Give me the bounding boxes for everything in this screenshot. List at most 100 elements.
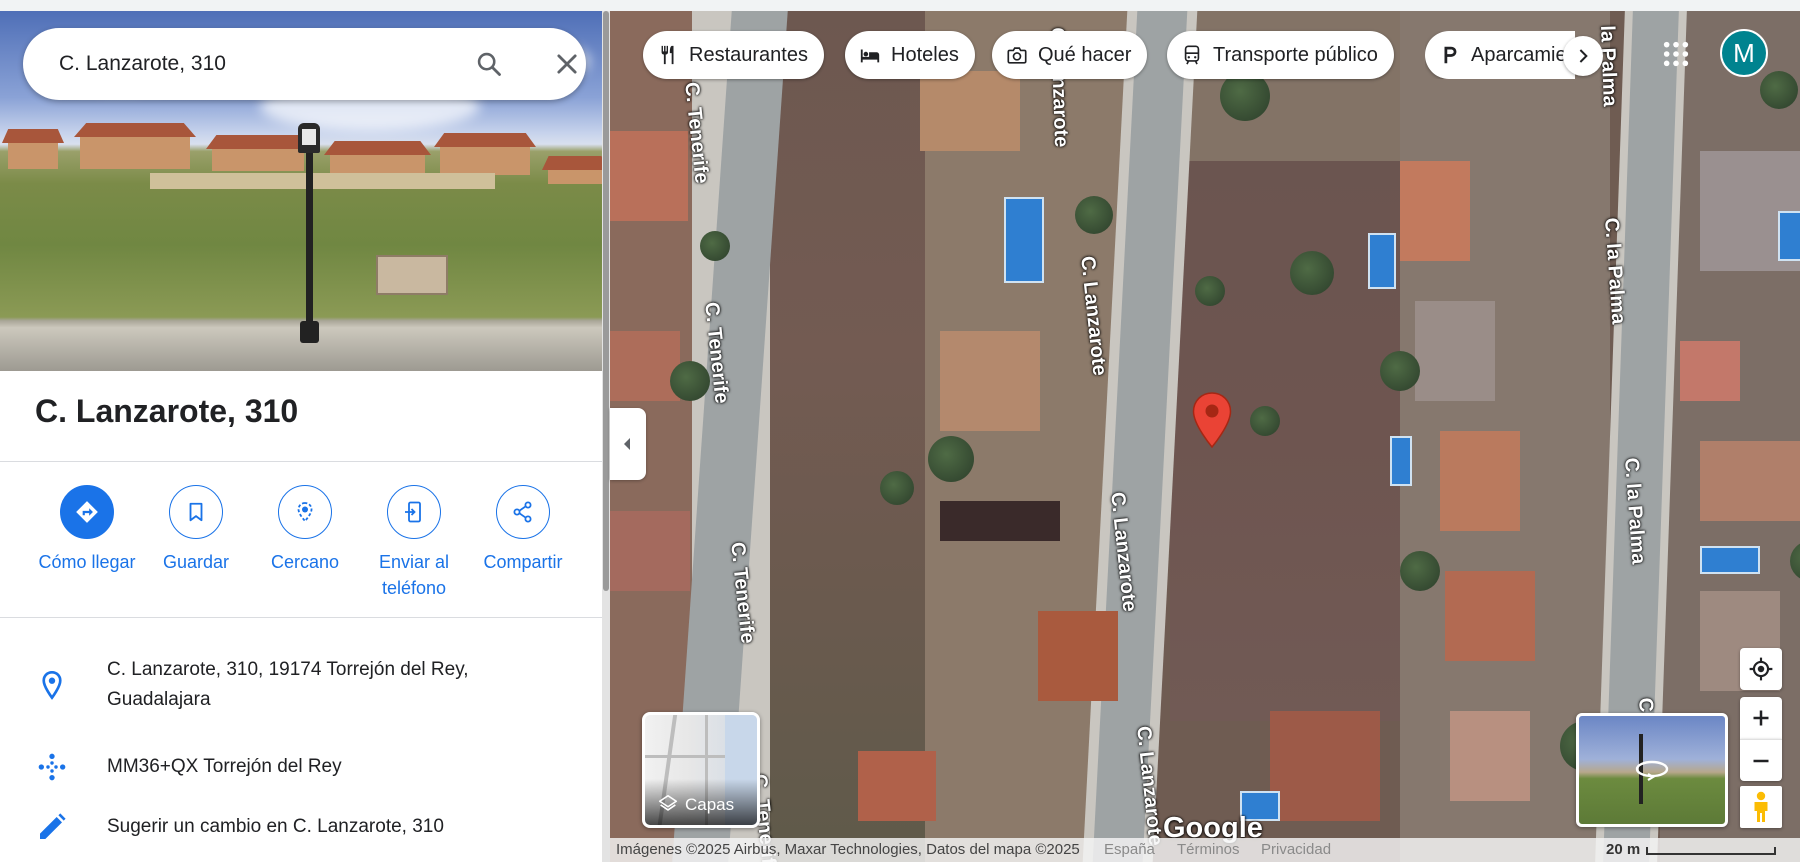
map-roof	[1440, 431, 1520, 531]
send-to-phone-button[interactable]: Enviar al teléfono	[361, 485, 467, 601]
share-button[interactable]: Compartir	[470, 485, 576, 575]
map-tree	[928, 436, 974, 482]
map-tree	[700, 231, 730, 261]
map-roof	[1270, 711, 1380, 821]
map-tree	[1195, 276, 1225, 306]
bookmark-icon	[189, 502, 203, 522]
map-roof	[940, 501, 1060, 541]
account-avatar[interactable]: M	[1720, 29, 1768, 77]
map-tree	[1075, 196, 1113, 234]
nearby-button[interactable]: Cercano	[252, 485, 358, 575]
caret-left-icon	[624, 438, 630, 450]
suggest-edit-row[interactable]: Sugerir un cambio en C. Lanzarote, 310	[0, 810, 602, 844]
location-pin-icon	[42, 670, 62, 700]
chip-hotels[interactable]: Hoteles	[845, 31, 975, 79]
photo-house	[542, 156, 602, 184]
address-row[interactable]: C. Lanzarote, 310, 19174 Torrejón del Re…	[0, 653, 602, 717]
search-icon[interactable]	[475, 50, 503, 78]
chip-parking[interactable]: Aparcamientos	[1425, 31, 1575, 79]
chip-hotels-label: Hoteles	[891, 43, 959, 66]
layers-button[interactable]: Capas	[642, 712, 760, 828]
my-location-icon	[1749, 657, 1773, 681]
pegman-button[interactable]	[1740, 786, 1782, 828]
save-label: Guardar	[162, 552, 230, 572]
chip-things-to-do-label: Qué hacer	[1038, 43, 1132, 66]
map-roof	[920, 71, 1020, 151]
chip-transit[interactable]: Transporte público	[1167, 31, 1394, 79]
close-icon[interactable]	[553, 50, 581, 78]
parking-icon	[1444, 46, 1457, 64]
minus-icon	[1753, 759, 1769, 762]
map-pool	[1390, 436, 1412, 486]
browser-top-strip	[0, 0, 1800, 11]
zoom-out-button[interactable]	[1740, 739, 1782, 781]
nearby-icon	[297, 502, 313, 523]
map-tree	[1250, 406, 1280, 436]
apps-grid-icon[interactable]	[1662, 40, 1690, 68]
suggest-edit-text: Sugerir un cambio en C. Lanzarote, 310	[107, 816, 444, 837]
map-lot-vacant	[760, 11, 925, 862]
nearby-label: Cercano	[270, 552, 340, 572]
chip-things-to-do[interactable]: Qué hacer	[992, 31, 1148, 79]
share-icon	[513, 501, 532, 523]
map-roof	[610, 511, 690, 591]
photo-house	[206, 135, 310, 171]
zoom-in-button[interactable]	[1740, 697, 1782, 739]
address-text: C. Lanzarote, 310, 19174 Torrejón del Re…	[107, 659, 469, 710]
chip-transit-label: Transporte público	[1213, 43, 1378, 66]
map-roof	[610, 331, 680, 401]
map-pool	[1778, 211, 1800, 261]
photo-wall	[150, 173, 495, 189]
street-view-thumbnail[interactable]	[1576, 713, 1728, 827]
divider	[0, 617, 602, 618]
camera-icon	[1007, 47, 1027, 64]
plus-icon	[1753, 710, 1769, 726]
map-tree	[880, 471, 914, 505]
map-roof	[940, 331, 1040, 431]
photo-utility-box	[376, 255, 448, 295]
map-tree	[1760, 71, 1798, 109]
plus-code-row[interactable]: MM36+QX Torrejón del Rey	[0, 750, 602, 784]
photo-lamp-post	[306, 141, 313, 341]
search-input[interactable]: C. Lanzarote, 310	[59, 52, 226, 76]
photo-lamp-glass	[302, 129, 316, 145]
chip-parking-clip: Aparcamientos	[1425, 31, 1575, 79]
map-roof	[1700, 441, 1800, 521]
save-button[interactable]: Guardar	[143, 485, 249, 575]
photo-house	[2, 129, 64, 169]
place-panel: C. Lanzarote, 310 C. Lanzarote, 310 Cómo…	[0, 11, 602, 862]
map-roof	[1680, 341, 1740, 401]
map-pool	[1368, 233, 1396, 289]
search-box[interactable]: C. Lanzarote, 310	[23, 28, 586, 100]
map-pin-icon[interactable]	[1192, 392, 1232, 448]
map-roof	[858, 751, 936, 821]
chip-parking-label: Aparcamientos	[1471, 43, 1575, 66]
layers-label: Capas	[685, 795, 735, 814]
map-roof	[1445, 571, 1535, 661]
map-tree	[670, 361, 710, 401]
terms-link[interactable]: Términos	[1177, 841, 1240, 858]
scale-bar	[1646, 847, 1776, 855]
divider	[0, 461, 602, 462]
restaurant-icon	[661, 45, 674, 65]
map-roof	[1400, 161, 1470, 261]
collapse-panel-button[interactable]	[610, 408, 646, 480]
chevron-right-icon	[1579, 49, 1588, 63]
privacy-link[interactable]: Privacidad	[1261, 841, 1331, 858]
pencil-icon	[40, 813, 66, 839]
map-roof	[1415, 301, 1495, 401]
chip-restaurants-label: Restaurantes	[689, 43, 808, 66]
scale-label[interactable]: 20 m	[1606, 841, 1640, 858]
photo-house	[434, 133, 536, 175]
country-link[interactable]: España	[1104, 841, 1155, 858]
directions-button[interactable]: Cómo llegar	[34, 485, 140, 575]
photo-house	[324, 141, 431, 175]
share-label: Compartir	[483, 552, 563, 572]
panel-scrollbar-thumb[interactable]	[603, 11, 609, 591]
panel-scrollbar[interactable]	[602, 11, 610, 862]
chips-next-button[interactable]	[1563, 36, 1603, 76]
map-pool	[1004, 197, 1044, 283]
send-to-phone-icon	[405, 501, 421, 523]
chip-restaurants[interactable]: Restaurantes	[643, 31, 824, 79]
my-location-button[interactable]	[1740, 648, 1782, 690]
